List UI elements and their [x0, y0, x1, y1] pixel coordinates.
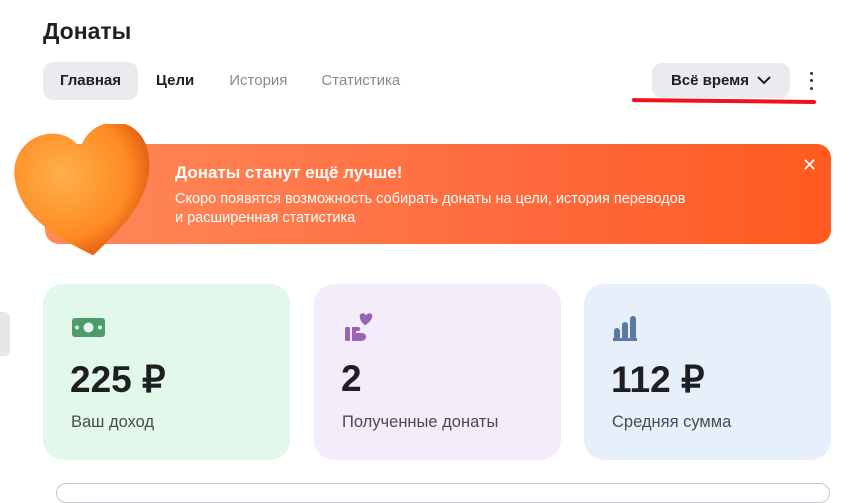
average-card: 112 ₽ Средняя сумма	[584, 284, 831, 460]
banner-text: Скоро появятся возможность собирать дона…	[175, 190, 755, 228]
close-icon[interactable]: ✕	[802, 155, 817, 176]
more-options-icon[interactable]	[803, 70, 819, 92]
period-dropdown[interactable]: Всё время	[652, 63, 790, 98]
average-value: 112 ₽	[611, 359, 705, 400]
banner-text-line2: и расширенная статистика	[175, 210, 356, 226]
next-section-card	[56, 483, 830, 503]
donations-count-card: 2 Полученные донаты	[314, 284, 561, 460]
heart-icon	[14, 124, 150, 256]
banner-title: Донаты станут ещё лучше!	[175, 163, 403, 182]
banner-text-line1: Скоро появятся возможность собирать дона…	[175, 191, 686, 207]
hand-heart-icon	[345, 313, 373, 341]
tab-history[interactable]: История	[212, 62, 304, 100]
income-label: Ваш доход	[71, 413, 155, 431]
bar-chart-icon	[613, 316, 637, 341]
tab-goals[interactable]: Цели	[138, 62, 212, 100]
side-panel-handle[interactable]	[0, 312, 10, 356]
tab-main[interactable]: Главная	[43, 62, 139, 100]
money-icon	[72, 318, 105, 337]
average-label: Средняя сумма	[612, 413, 732, 431]
chevron-down-icon	[757, 76, 771, 85]
income-value: 225 ₽	[70, 359, 166, 400]
donations-count-value: 2	[341, 358, 362, 399]
period-label: Всё время	[670, 72, 750, 89]
red-underline-annotation	[631, 98, 817, 104]
donations-count-label: Полученные донаты	[342, 413, 499, 431]
tab-bar: Главная Цели История Статистика	[43, 62, 417, 100]
page-title: Донаты	[43, 18, 132, 44]
income-card: 225 ₽ Ваш доход	[43, 284, 290, 460]
tab-statistics[interactable]: Статистика	[304, 62, 417, 100]
